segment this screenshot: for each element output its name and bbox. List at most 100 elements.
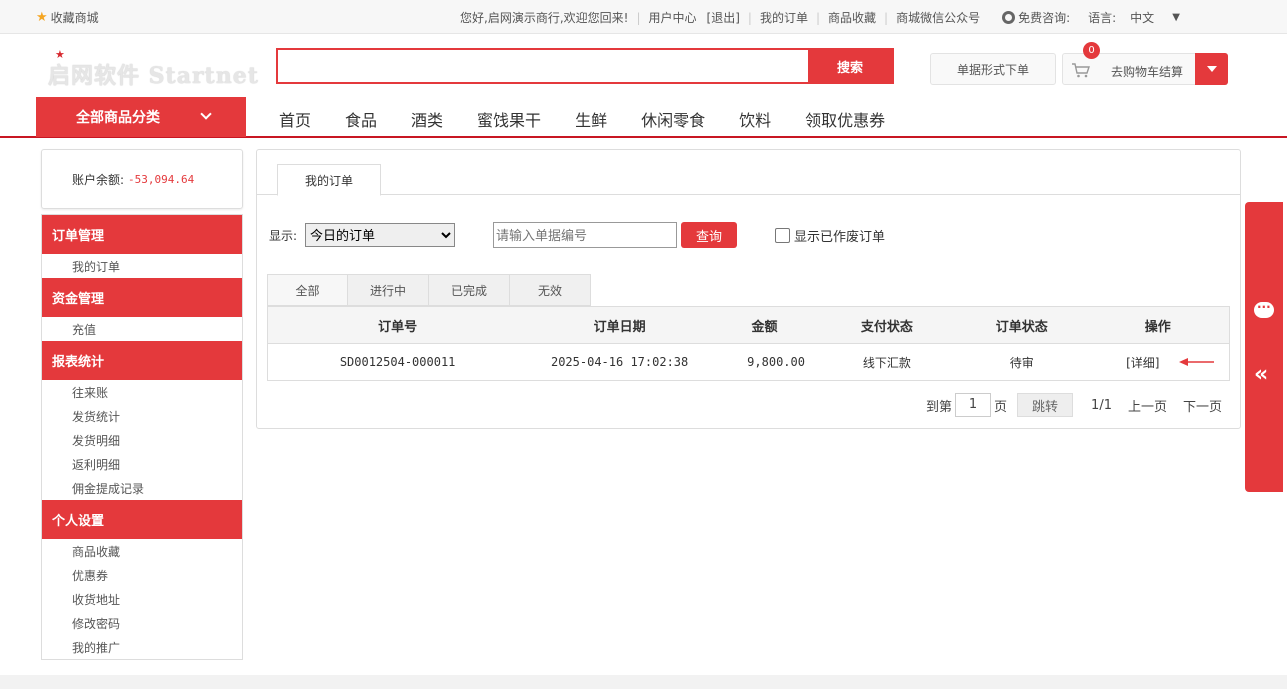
nav-item-dried-fruit[interactable]: 蜜饯果干 [460,107,558,131]
sidebar-group-reports: 报表统计 [42,341,242,380]
sidebar-group-funds: 资金管理 [42,278,242,317]
sidebar-item-favorites[interactable]: 商品收藏 [42,539,242,563]
nav-item-liquor[interactable]: 酒类 [394,107,460,131]
my-orders-link[interactable]: 我的订单 [760,9,808,26]
favorite-shop-label: 收藏商城 [50,11,99,25]
sidebar-item-ledger[interactable]: 往来账 [42,380,242,404]
column-action: 操作 [1086,306,1230,344]
search-button[interactable]: 搜索 [808,50,892,82]
column-pay-status: 支付状态 [816,306,957,344]
all-categories-button[interactable]: 全部商品分类 [36,97,246,137]
sidebar-menu: 订单管理 我的订单 资金管理 充值 报表统计 往来账 发货统计 发货明细 返利明… [41,214,243,660]
tab-invalid[interactable]: 无效 [510,274,591,306]
panel-tab-bar: 我的订单 [257,150,1240,196]
footer-band [0,675,1287,689]
tab-completed[interactable]: 已完成 [429,274,510,306]
sidebar-item-shipping-details[interactable]: 发货明细 [42,428,242,452]
next-page-link[interactable]: 下一页 [1183,396,1222,415]
nav-item-fresh[interactable]: 生鲜 [558,107,624,131]
page-info: 1/1 [1091,397,1112,413]
search-input[interactable] [278,50,808,82]
phone-icon [1002,11,1016,24]
orders-panel: 我的订单 显示: 今日的订单 查询 显示已作废订单 全部 进行中 已完成 无效 … [256,149,1241,429]
chevron-down-icon[interactable]: ▼ [1172,12,1180,23]
sidebar-item-password[interactable]: 修改密码 [42,611,242,635]
logo[interactable]: ★ 启网软件 Startnet [48,48,258,89]
arrow-left-icon [1179,358,1214,366]
cart-count-badge: 0 [1083,42,1100,59]
cell-order-no: SD0012504-000011 [339,355,456,369]
order-range-select[interactable]: 今日的订单 [305,223,456,247]
nav-item-home[interactable]: 首页 [262,107,328,131]
table-header-row: 订单号 订单日期 金额 支付状态 订单状态 操作 [267,306,1230,344]
order-number-input[interactable] [493,222,678,248]
cell-amount: 9,800.00 [747,355,805,369]
sidebar-group-personal: 个人设置 [42,500,242,539]
tab-all[interactable]: 全部 [267,274,348,306]
jump-button[interactable]: 跳转 [1017,393,1074,417]
free-consult-label[interactable]: 免费咨询: [1018,9,1070,26]
status-tabs: 全部 进行中 已完成 无效 [267,274,591,306]
tab-in-progress[interactable]: 进行中 [348,274,429,306]
nav-item-food[interactable]: 食品 [328,107,394,131]
bill-order-button[interactable]: 单据形式下单 [930,53,1056,85]
search-bar: 搜索 [276,48,894,84]
show-voided-checkbox[interactable]: 显示已作废订单 [775,226,885,245]
goto-label: 到第 [926,399,953,415]
tab-my-orders[interactable]: 我的订单 [277,164,381,196]
all-categories-label: 全部商品分类 [76,110,160,126]
cell-order-status: 待审 [1009,355,1034,370]
favorites-link[interactable]: 商品收藏 [828,9,876,26]
detail-link[interactable]: [详细] [1126,356,1159,370]
cart-dropdown-button[interactable] [1195,53,1228,85]
order-filter: 显示: 今日的订单 查询 显示已作废订单 [269,222,885,248]
cell-action: [详细] [1087,344,1230,381]
sidebar-item-commission[interactable]: 佣金提成记录 [42,476,242,500]
chat-icon[interactable] [1254,300,1274,318]
star-icon: ★ [36,10,48,25]
nav-item-coupons[interactable]: 领取优惠券 [788,107,902,131]
show-voided-label: 显示已作废订单 [794,229,886,245]
column-order-status: 订单状态 [956,306,1087,344]
cell-order-date: 2025-04-16 17:02:38 [550,355,689,369]
user-center-link[interactable]: 用户中心 [649,9,697,26]
sidebar-item-my-orders[interactable]: 我的订单 [42,254,242,278]
main-nav: 全部商品分类 首页 食品 酒类 蜜饯果干 生鲜 休闲零食 饮料 领取优惠券 [0,97,1287,138]
cell-pay-status: 线下汇款 [862,355,911,370]
sidebar-item-promotion[interactable]: 我的推广 [42,635,242,659]
floating-toolbar: « [1245,202,1283,492]
double-chevron-left-icon[interactable]: « [1254,362,1268,387]
balance-value: -53,094.64 [128,172,195,186]
language-label: 语言: [1088,11,1117,25]
sidebar-item-rebate-details[interactable]: 返利明细 [42,452,242,476]
query-button[interactable]: 查询 [681,222,738,248]
checkbox-icon[interactable] [775,227,791,243]
cart-label: 去购物车结算 [1111,65,1184,79]
page-unit-label: 页 [994,399,1008,415]
sidebar-item-coupons[interactable]: 优惠券 [42,563,242,587]
sidebar-item-recharge[interactable]: 充值 [42,317,242,341]
wechat-link[interactable]: 商城微信公众号 [896,9,980,26]
chevron-down-icon [200,108,212,120]
column-order-date: 订单日期 [527,306,713,344]
logo-text: 启网软件 Startnet [48,63,259,89]
nav-item-snacks[interactable]: 休闲零食 [624,107,722,131]
cart-icon [1072,63,1090,78]
favorite-shop-link[interactable]: ★ 收藏商城 [36,9,99,26]
show-label: 显示: [269,228,298,243]
page-number-input[interactable]: 1 [955,393,992,417]
prev-page-link[interactable]: 上一页 [1128,396,1167,415]
sidebar-group-orders: 订单管理 [42,215,242,254]
language-select[interactable]: 中文 [1130,9,1154,26]
logout-link[interactable]: [退出] [707,9,740,26]
orders-table: 订单号 订单日期 金额 支付状态 订单状态 操作 SD0012504-00001… [267,306,1230,381]
pagination: 到第 1 页 跳转 1/1 上一页 下一页 [926,393,1222,417]
sidebar-item-address[interactable]: 收货地址 [42,587,242,611]
column-order-no: 订单号 [267,306,528,344]
nav-item-drinks[interactable]: 饮料 [722,107,788,131]
cart-checkout[interactable]: 0 去购物车结算 [1062,42,1228,85]
sidebar-item-shipping-stats[interactable]: 发货统计 [42,404,242,428]
top-bar: ★ 收藏商城 您好,启网演示商行,欢迎您回来! | 用户中心 [退出] | 我的… [0,0,1287,34]
column-amount: 金额 [712,306,817,344]
welcome-text: 您好,启网演示商行,欢迎您回来! [460,11,629,25]
